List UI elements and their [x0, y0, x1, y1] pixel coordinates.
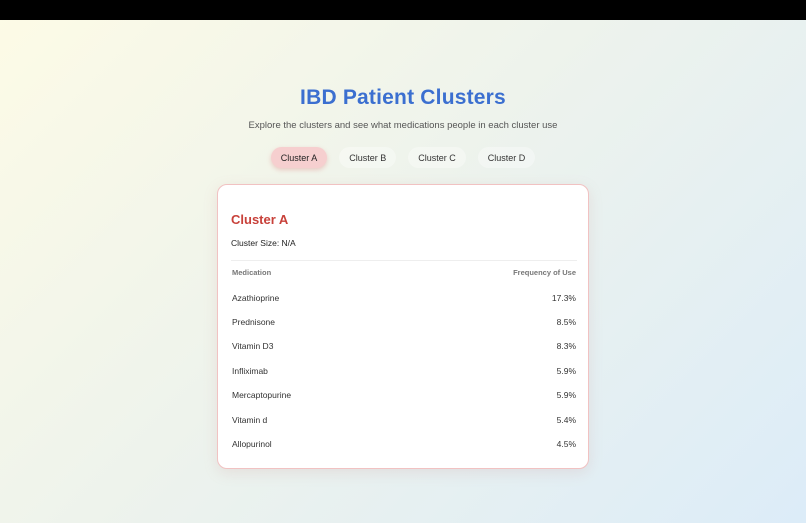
table-row: Mercaptopurine 5.9% [232, 390, 576, 400]
medication-frequency: 8.3% [556, 341, 576, 351]
medication-frequency: 4.5% [556, 439, 576, 449]
divider [231, 260, 577, 261]
table-header: Medication Frequency of Use [232, 268, 576, 277]
table-row: Azathioprine 17.3% [232, 293, 576, 303]
medication-frequency: 5.4% [556, 415, 576, 425]
medication-name: Vitamin d [232, 415, 268, 425]
table-row: Prednisone 8.5% [232, 317, 576, 327]
table-row: Vitamin d 5.4% [232, 415, 576, 425]
medication-frequency: 8.5% [556, 317, 576, 327]
tab-cluster-b[interactable]: Cluster B [339, 147, 397, 168]
tab-cluster-c[interactable]: Cluster C [408, 147, 466, 168]
medication-name: Azathioprine [232, 293, 280, 303]
cluster-tabs: Cluster A Cluster B Cluster C Cluster D [0, 147, 806, 168]
table-row: Infliximab 5.9% [232, 366, 576, 376]
medication-name: Allopurinol [232, 439, 272, 449]
page-subtitle: Explore the clusters and see what medica… [248, 120, 558, 131]
tab-cluster-a[interactable]: Cluster A [270, 147, 328, 168]
top-bar [0, 0, 806, 20]
medication-frequency: 5.9% [556, 366, 576, 376]
column-header-medication: Medication [232, 268, 272, 277]
medication-name: Prednisone [232, 317, 276, 327]
medication-name: Mercaptopurine [232, 390, 292, 400]
table-row: Allopurinol 4.5% [232, 439, 576, 449]
cluster-card: Cluster A Cluster Size: N/A Medication F… [217, 184, 589, 469]
page-title: IBD Patient Clusters [300, 86, 506, 109]
medication-name: Infliximab [232, 366, 268, 376]
table-row: Vitamin D3 8.3% [232, 341, 576, 351]
medication-name: Vitamin D3 [232, 341, 274, 351]
tab-cluster-d[interactable]: Cluster D [477, 147, 536, 168]
column-header-frequency: Frequency of Use [513, 268, 576, 277]
medication-frequency: 17.3% [551, 293, 576, 303]
cluster-size: Cluster Size: N/A [231, 238, 296, 248]
medication-frequency: 5.9% [556, 390, 576, 400]
cluster-title: Cluster A [231, 212, 289, 227]
